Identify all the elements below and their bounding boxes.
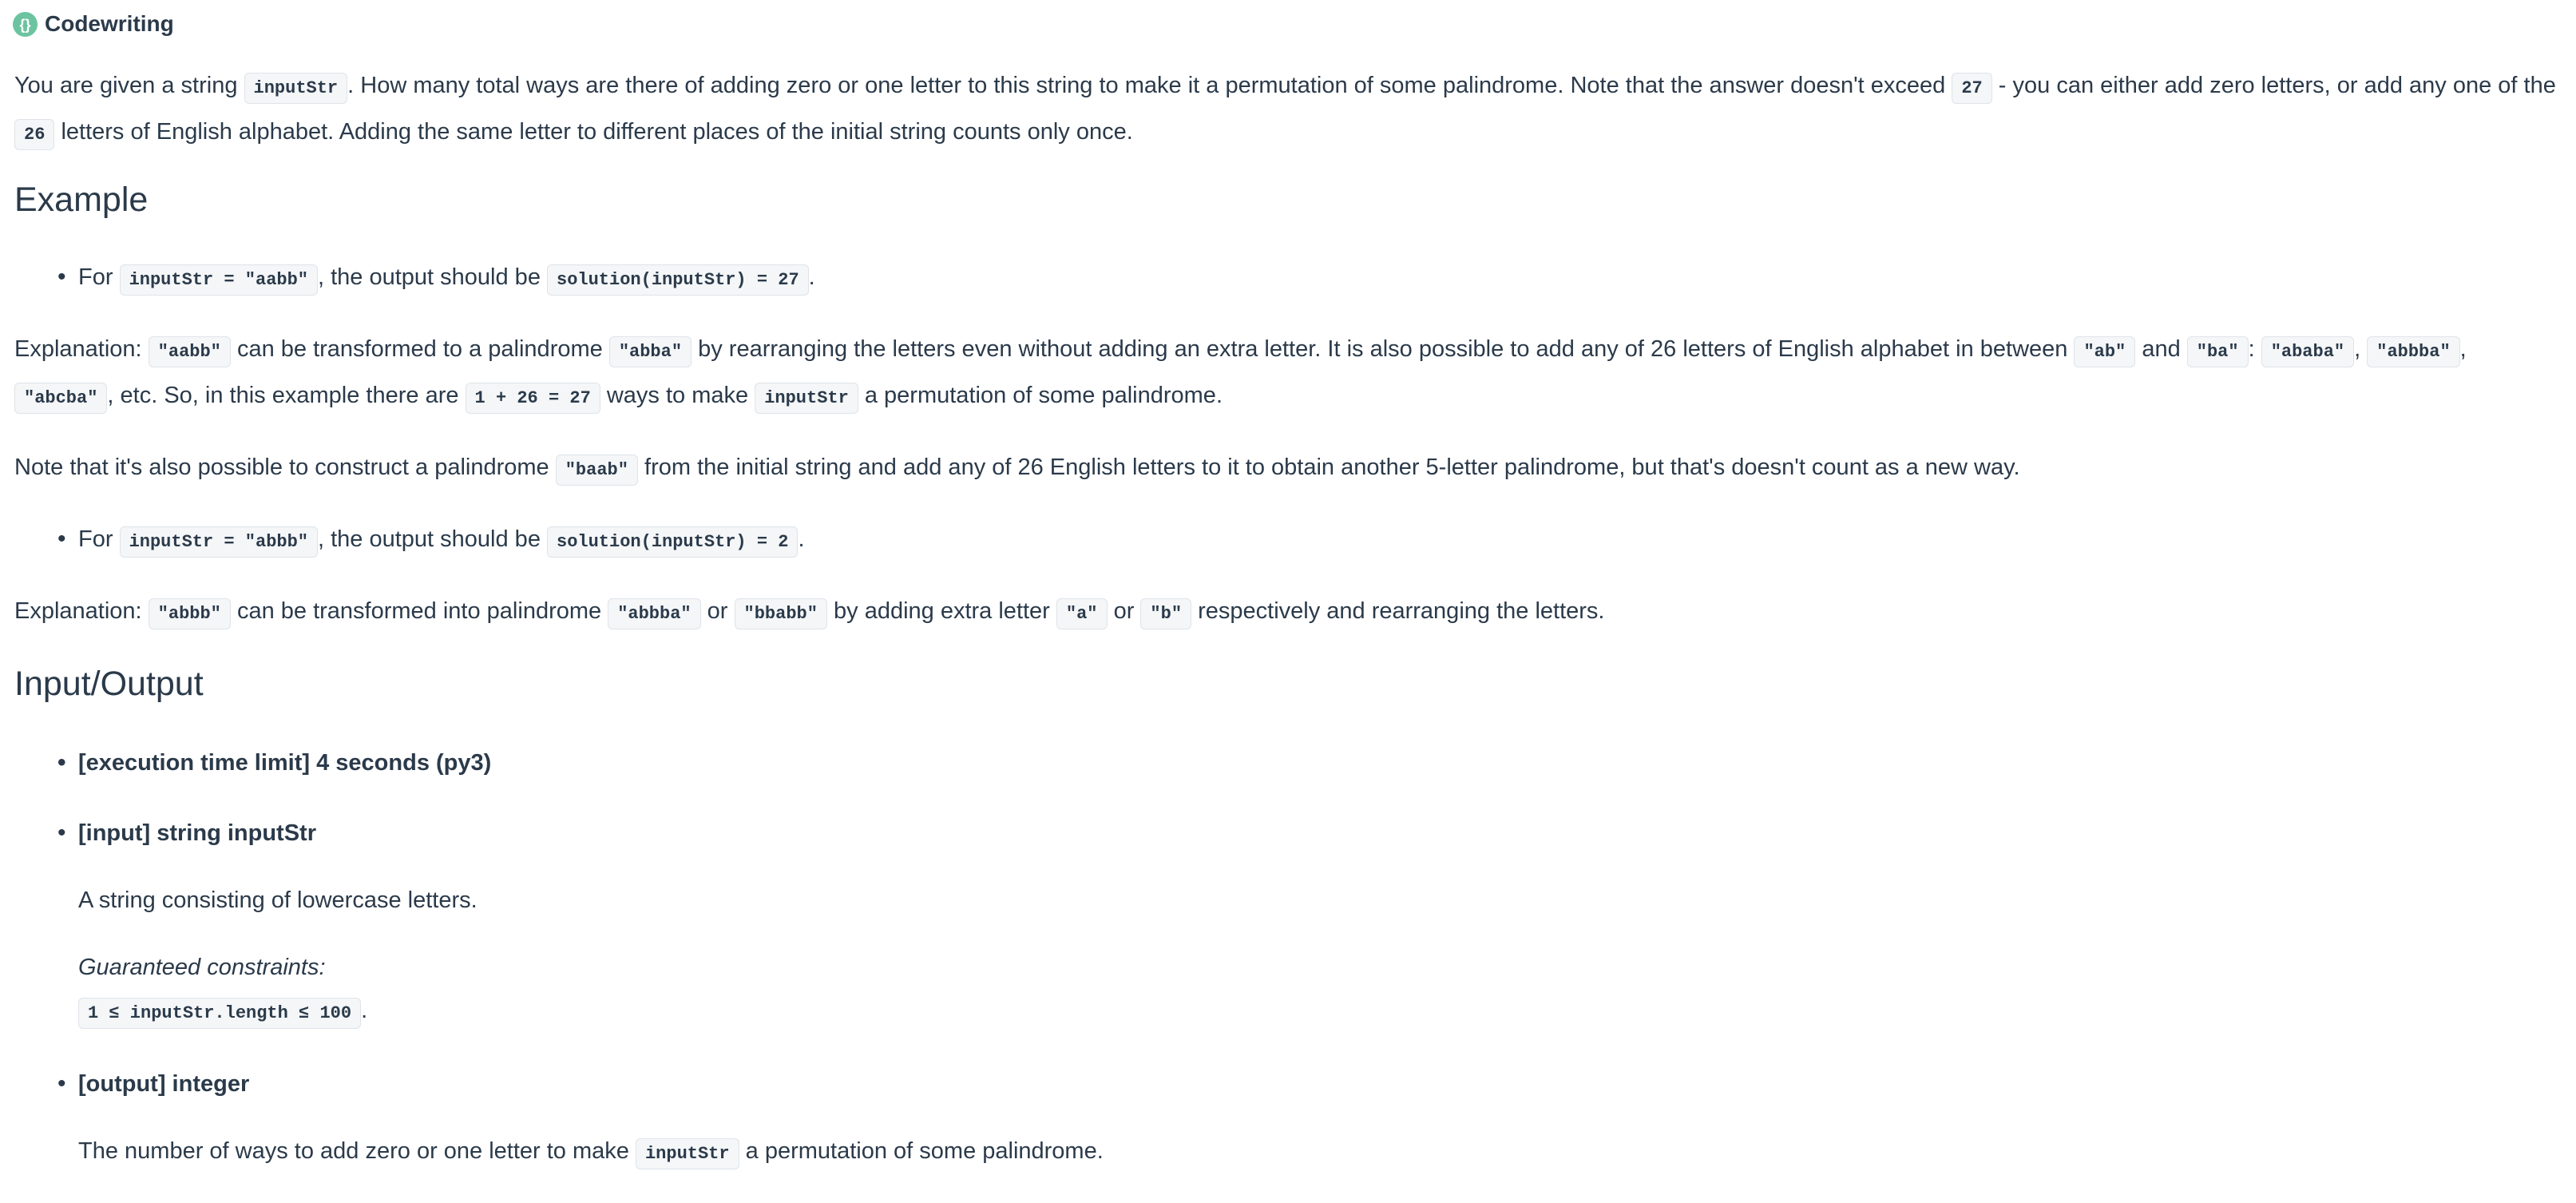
example-2-explanation: Explanation: "abbb" can be transformed i…: [14, 590, 2562, 636]
text: For: [78, 526, 120, 552]
text: - you can either add zero letters, or ad…: [1991, 73, 2556, 98]
text: Note that it's also possible to construc…: [14, 455, 556, 480]
example-2: For inputStr = "abbb", the output should…: [57, 518, 2562, 564]
text: and: [2135, 336, 2187, 362]
example-2-list: For inputStr = "abbb", the output should…: [14, 518, 2562, 564]
text: , the output should be: [318, 264, 547, 290]
inline-code: 27: [1952, 73, 1992, 104]
constraints-label: Guaranteed constraints:: [78, 955, 326, 980]
constraints-value: 1 ≤ inputStr.length ≤ 100.: [78, 989, 2562, 1035]
text: .: [808, 264, 815, 290]
input-label: [input] string inputStr: [78, 820, 316, 846]
inline-code: "abcba": [14, 383, 108, 414]
text: Explanation:: [14, 336, 149, 362]
text: ways to make: [600, 383, 755, 408]
example-1-list: For inputStr = "aabb", the output should…: [14, 256, 2562, 302]
inline-code: "abbba": [2367, 336, 2460, 367]
text: from the initial string and add any of 2…: [637, 455, 2020, 480]
text: or: [700, 598, 735, 624]
text: letters of English alphabet. Adding the …: [54, 119, 1133, 145]
text: .: [361, 998, 368, 1023]
output-label: [output] integer: [78, 1071, 250, 1097]
example-1-explanation: Explanation: "aabb" can be transformed t…: [14, 328, 2562, 420]
inline-code: "abba": [608, 336, 692, 367]
text: .: [798, 526, 805, 552]
execution-time-limit: [execution time limit] 4 seconds (py3): [57, 741, 2562, 784]
inline-code: "abbb": [148, 598, 231, 629]
inline-code: inputStr: [755, 383, 858, 414]
text: respectively and rearranging the letters…: [1191, 598, 1605, 624]
input-output-heading: Input/Output: [14, 665, 204, 703]
inline-code: "ab": [2074, 336, 2136, 367]
text: , the output should be: [318, 526, 547, 552]
inline-code: "aabb": [148, 336, 231, 367]
braces-icon: {}: [19, 17, 30, 33]
inline-code: "baab": [555, 455, 638, 486]
inline-code: "a": [1056, 598, 1108, 629]
inline-code: "b": [1140, 598, 1192, 629]
inline-code: inputStr: [635, 1138, 739, 1169]
text: :: [2248, 336, 2261, 362]
output-description: The number of ways to add zero or one le…: [78, 1130, 2562, 1176]
text: You are given a string: [14, 73, 244, 98]
example-1: For inputStr = "aabb", the output should…: [57, 256, 2562, 302]
inline-code: "bbabb": [734, 598, 827, 629]
inline-code: 1 + 26 = 27: [465, 383, 600, 414]
text: Explanation:: [14, 598, 149, 624]
inline-code: "abbba": [608, 598, 701, 629]
text: a permutation of some palindrome.: [739, 1138, 1104, 1164]
text: a permutation of some palindrome.: [858, 383, 1223, 408]
input-spec: [input] string inputStr A string consist…: [57, 812, 2562, 1035]
output-spec: [output] integer The number of ways to a…: [57, 1062, 2562, 1176]
example-1-note: Note that it's also possible to construc…: [14, 446, 2562, 492]
text: For: [78, 264, 120, 290]
inline-code: 26: [14, 119, 55, 150]
text: . How many total ways are there of addin…: [347, 73, 1952, 98]
inline-code: inputStr = "aabb": [119, 264, 318, 296]
text: by rearranging the letters even without …: [692, 336, 2075, 362]
problem-page: {} Codewriting You are given a string in…: [0, 0, 2576, 1192]
text: can be transformed into palindrome: [230, 598, 608, 624]
inline-code: inputStr = "abbb": [119, 526, 318, 558]
text: by adding extra letter: [826, 598, 1056, 624]
text: or: [1107, 598, 1141, 624]
inline-code: 1 ≤ inputStr.length ≤ 100: [78, 998, 362, 1029]
text: ,: [2354, 336, 2368, 362]
inline-code: "ba": [2186, 336, 2249, 367]
text: can be transformed to a palindrome: [230, 336, 609, 362]
app-title: Codewriting: [45, 11, 174, 36]
example-heading: Example: [14, 181, 149, 219]
inline-code: solution(inputStr) = 2: [547, 526, 799, 558]
input-output-list: [execution time limit] 4 seconds (py3) […: [14, 741, 2562, 1176]
svg-text:{}: {}: [19, 17, 30, 33]
app-header: {} Codewriting: [13, 10, 174, 38]
text: ,: [2459, 336, 2467, 362]
inline-code: solution(inputStr) = 27: [547, 264, 809, 296]
text: , etc. So, in this example there are: [107, 383, 466, 408]
problem-description: You are given a string inputStr. How man…: [14, 64, 2562, 157]
input-description: A string consisting of lowercase letters…: [78, 887, 478, 913]
codewriting-logo-icon: {}: [13, 11, 38, 37]
inline-code: "ababa": [2261, 336, 2355, 367]
problem-content: You are given a string inputStr. How man…: [14, 64, 2562, 1203]
inline-code: inputStr: [244, 73, 348, 104]
text: The number of ways to add zero or one le…: [78, 1138, 636, 1164]
